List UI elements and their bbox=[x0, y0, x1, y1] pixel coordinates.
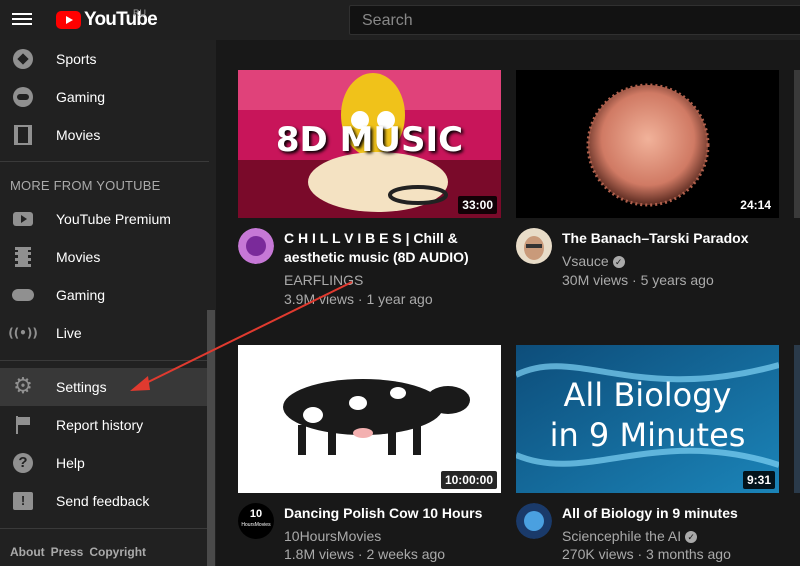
sidebar-scrollbar[interactable] bbox=[207, 310, 215, 566]
gaming-icon bbox=[12, 284, 34, 306]
feedback-icon: ! bbox=[12, 490, 34, 512]
channel-name[interactable]: Vsauce ✓ bbox=[562, 253, 625, 269]
video-duration: 33:00 bbox=[458, 196, 497, 214]
gear-icon: ⚙ bbox=[13, 374, 33, 399]
search-input[interactable]: Search bbox=[349, 5, 800, 35]
sidebar-item-label: Sports bbox=[56, 51, 97, 67]
channel-avatar-earflings[interactable] bbox=[238, 228, 274, 264]
thumbnail-text: All Biology in 9 Minutes bbox=[516, 375, 779, 455]
flag-icon bbox=[12, 414, 34, 436]
footer-links: About Press Copyright bbox=[10, 545, 146, 559]
video-meta: 30M views · 5 years ago bbox=[562, 272, 714, 288]
sidebar-item-label: Movies bbox=[56, 127, 101, 143]
video-meta: 1.8M views · 2 weeks ago bbox=[284, 546, 446, 562]
sidebar-item-label: Live bbox=[56, 325, 82, 341]
video-title[interactable]: C H I L L V I B E S | Chill & aesthetic … bbox=[284, 229, 504, 267]
logo-region: RU bbox=[133, 8, 146, 18]
sidebar-item-movies[interactable]: Movies bbox=[0, 116, 209, 154]
gaming-icon bbox=[12, 86, 34, 108]
video-thumbnail-banach-tarski[interactable]: 24:14 bbox=[516, 70, 779, 218]
channel-name[interactable]: EARFLINGS bbox=[284, 272, 363, 288]
channel-name[interactable]: 10HoursMovies bbox=[284, 528, 381, 544]
channel-name-text: Vsauce bbox=[562, 253, 609, 269]
divider bbox=[0, 161, 209, 162]
video-thumbnail-8d-music[interactable]: 8D MUSIC 33:00 bbox=[238, 70, 501, 218]
sports-icon bbox=[12, 48, 34, 70]
video-thumbnail-all-biology[interactable]: All Biology in 9 Minutes 9:31 bbox=[516, 345, 779, 493]
footer-link-copyright[interactable]: Copyright bbox=[89, 545, 146, 559]
movies-icon bbox=[12, 246, 34, 268]
sidebar-item-label: Gaming bbox=[56, 89, 106, 105]
sidebar-item-label: Send feedback bbox=[56, 493, 150, 509]
channel-avatar-10hoursmovies[interactable]: 10 HoursMovies bbox=[238, 503, 274, 539]
sidebar-item-label: Report history bbox=[56, 417, 144, 433]
section-title-more-from-youtube: MORE FROM YOUTUBE bbox=[10, 178, 161, 193]
divider bbox=[0, 528, 209, 529]
avatar-text-1: 10 bbox=[249, 508, 263, 520]
sidebar-item-label: Gaming bbox=[56, 287, 106, 303]
sidebar-item-send-feedback[interactable]: ! Send feedback bbox=[0, 482, 209, 520]
channel-name[interactable]: Sciencephile the AI ✓ bbox=[562, 528, 698, 544]
sidebar-item-help[interactable]: ? Help bbox=[0, 444, 209, 482]
thumbnail-text: 8D MUSIC bbox=[275, 120, 464, 160]
footer-link-press[interactable]: Press bbox=[51, 545, 84, 559]
video-title-line-2: aesthetic music (8D AUDIO) bbox=[284, 249, 469, 265]
video-title[interactable]: All of Biology in 9 minutes bbox=[562, 504, 782, 523]
youtube-premium-icon bbox=[12, 208, 34, 230]
video-thumbnail-polish-cow[interactable]: 10:00:00 bbox=[238, 345, 501, 493]
video-meta: 270K views · 3 months ago bbox=[562, 546, 731, 562]
video-meta: 3.9M views · 1 year ago bbox=[284, 291, 433, 307]
help-icon: ? bbox=[12, 452, 34, 474]
sidebar-item-sports[interactable]: Sports bbox=[0, 40, 209, 78]
footer-link-about[interactable]: About bbox=[10, 545, 45, 559]
sidebar-item-label: Help bbox=[56, 455, 85, 471]
verified-icon: ✓ bbox=[685, 531, 698, 543]
live-icon: ((•)) bbox=[8, 326, 38, 340]
partial-thumbnail bbox=[794, 70, 800, 218]
video-duration: 9:31 bbox=[742, 471, 775, 489]
sidebar-item-label: Movies bbox=[56, 249, 101, 265]
thumbnail-text-line-2: in 9 Minutes bbox=[549, 416, 746, 454]
sidebar-item-gaming-2[interactable]: Gaming bbox=[0, 276, 209, 314]
sidebar-item-report-history[interactable]: Report history bbox=[0, 406, 209, 444]
sidebar: Sports Gaming Movies MORE FROM YOUTUBE Y… bbox=[0, 40, 216, 566]
video-title-line-1: C H I L L V I B E S | Chill & bbox=[284, 230, 458, 246]
top-bar: YouTube RU Search bbox=[0, 0, 800, 40]
sidebar-item-label: YouTube Premium bbox=[56, 211, 171, 227]
sidebar-item-settings[interactable]: ⚙ Settings bbox=[0, 368, 209, 406]
youtube-logo[interactable]: YouTube RU bbox=[56, 8, 158, 31]
video-duration: 24:14 bbox=[736, 196, 775, 214]
sidebar-item-youtube-premium[interactable]: YouTube Premium bbox=[0, 200, 209, 238]
video-title[interactable]: The Banach–Tarski Paradox bbox=[562, 229, 782, 248]
sidebar-item-movies-2[interactable]: Movies bbox=[0, 238, 209, 276]
movies-icon bbox=[12, 124, 34, 146]
video-duration: 10:00:00 bbox=[440, 471, 497, 489]
search-placeholder: Search bbox=[362, 12, 413, 29]
divider bbox=[0, 360, 209, 361]
channel-avatar-sciencephile[interactable] bbox=[516, 503, 552, 539]
verified-icon: ✓ bbox=[612, 256, 625, 268]
sidebar-item-live[interactable]: ((•)) Live bbox=[0, 314, 209, 352]
hamburger-menu-icon[interactable] bbox=[12, 10, 32, 30]
avatar-text-2: HoursMovies bbox=[241, 522, 271, 528]
channel-name-text: Sciencephile the AI bbox=[562, 528, 682, 544]
youtube-play-icon bbox=[56, 11, 81, 29]
sidebar-item-label: Settings bbox=[56, 379, 107, 395]
video-title[interactable]: Dancing Polish Cow 10 Hours bbox=[284, 504, 504, 523]
partial-thumbnail bbox=[794, 345, 800, 493]
channel-avatar-vsauce[interactable] bbox=[516, 228, 552, 264]
sidebar-item-gaming[interactable]: Gaming bbox=[0, 78, 209, 116]
thumbnail-text-line-1: All Biology bbox=[563, 376, 732, 414]
